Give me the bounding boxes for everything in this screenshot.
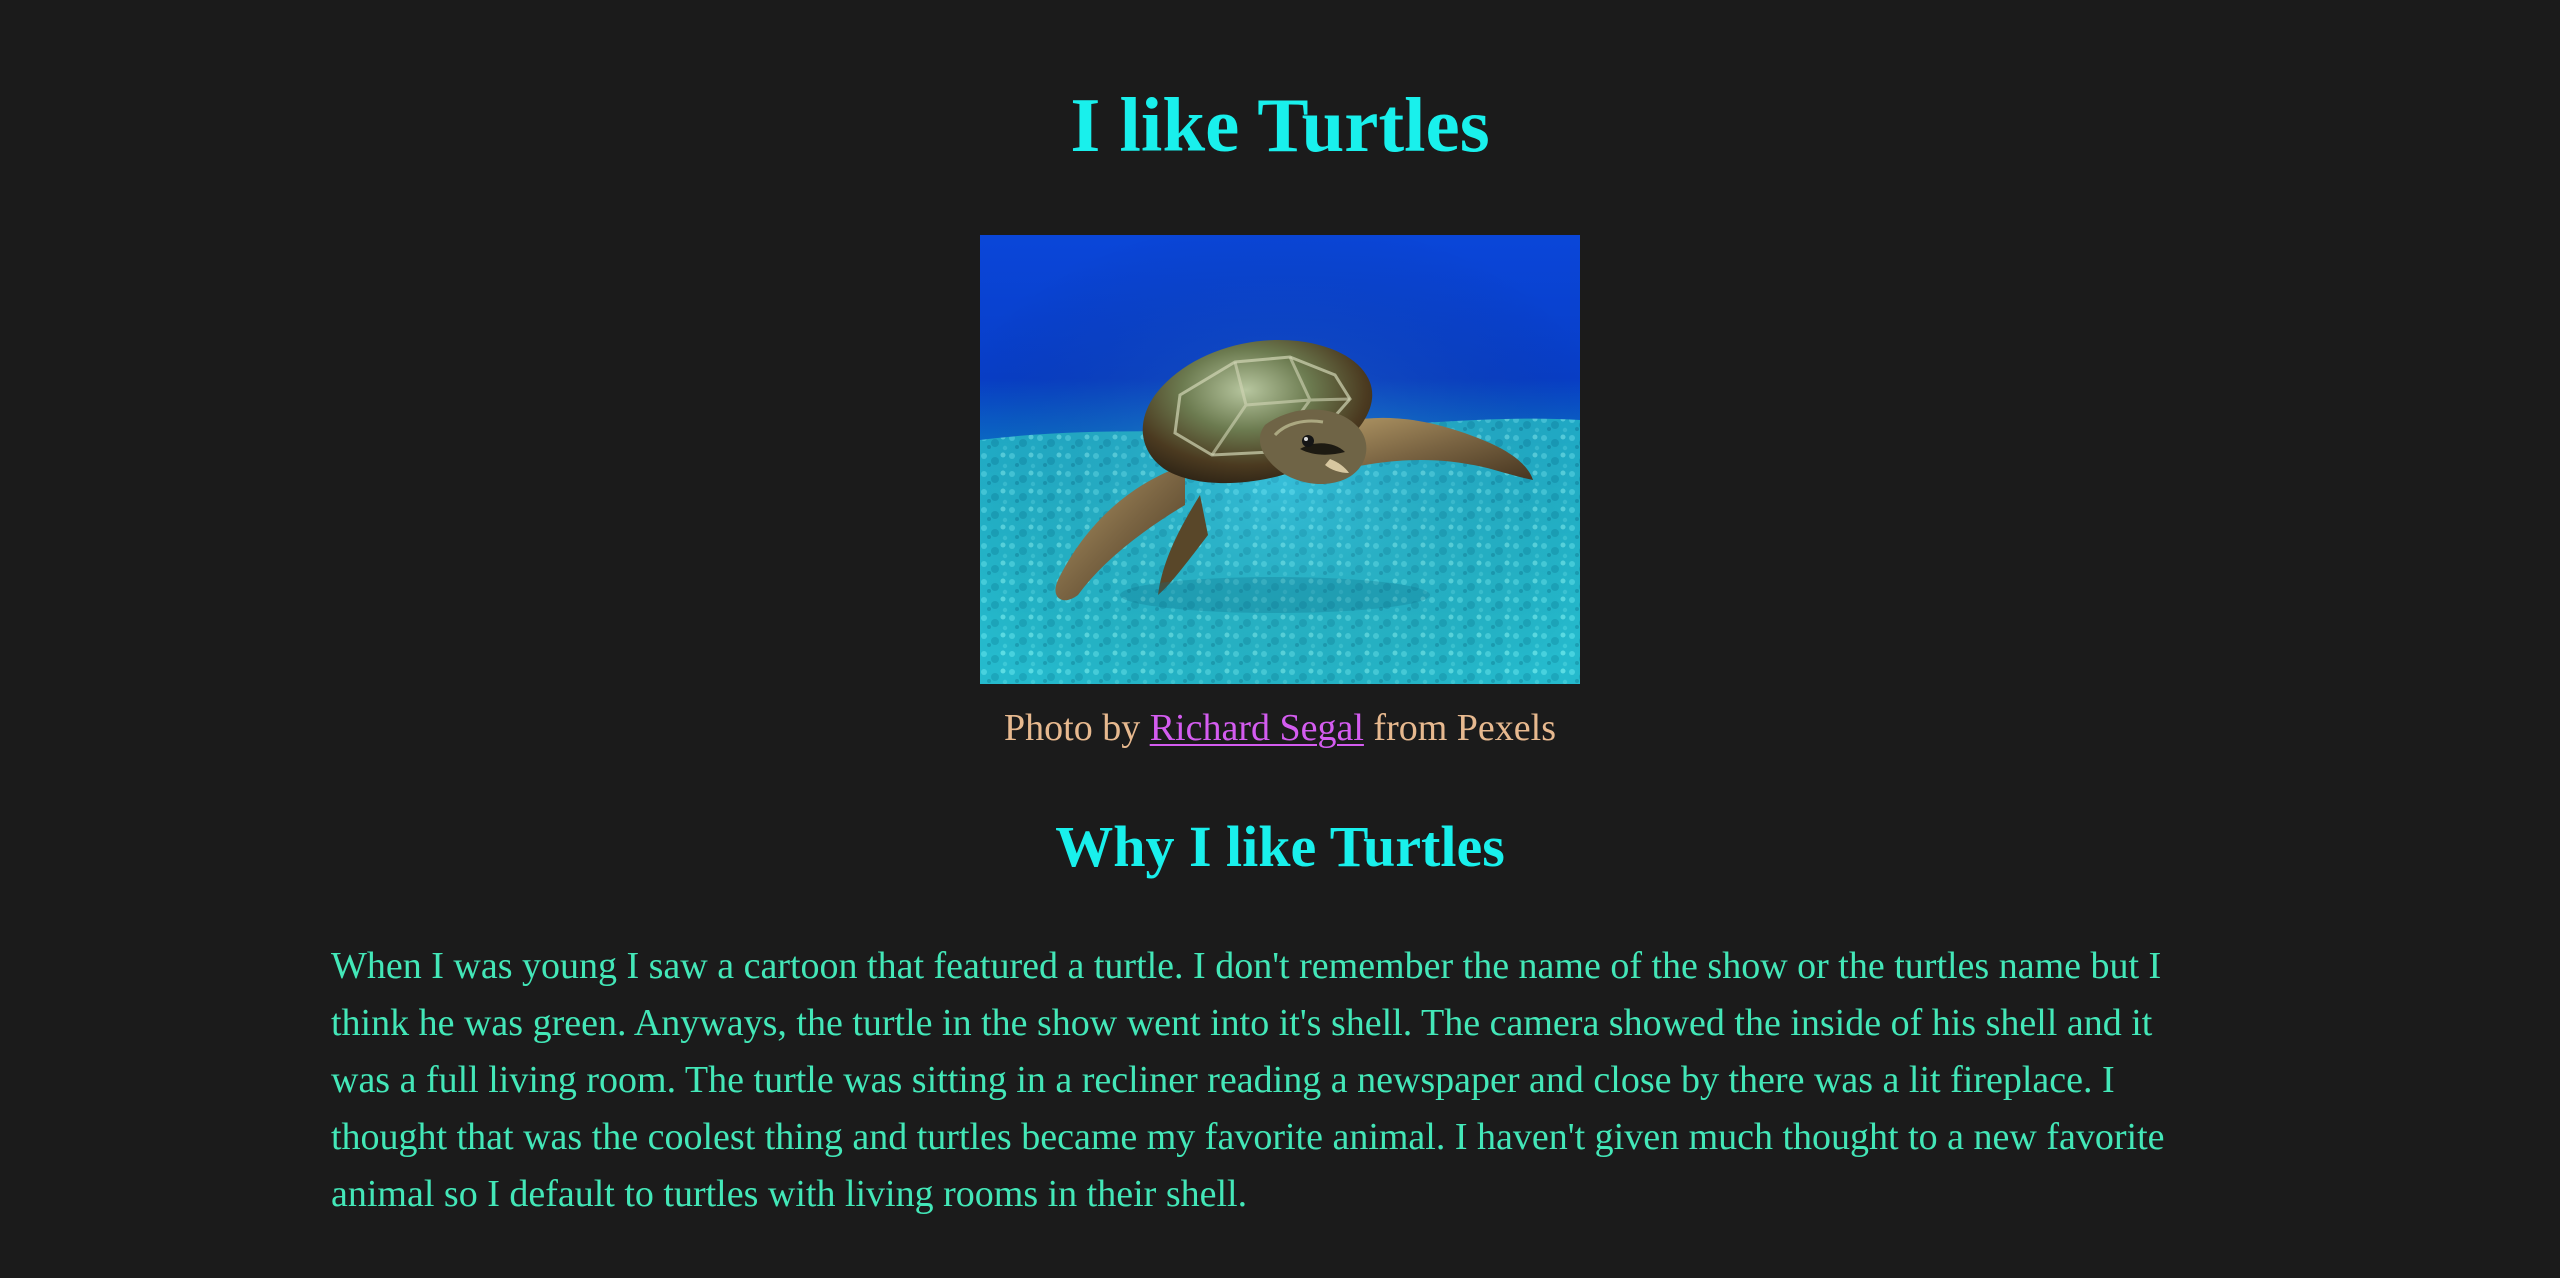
caption-prefix: Photo by xyxy=(1004,707,1150,749)
section-heading: Why I like Turtles xyxy=(1055,814,1505,879)
page-title: I like Turtles xyxy=(1070,82,1490,168)
photo-caption: Photo by Richard Segal from Pexels xyxy=(0,702,2560,754)
photographer-link[interactable]: Richard Segal xyxy=(1150,707,1364,749)
turtle-photo xyxy=(980,235,1580,684)
sea-turtle-image xyxy=(980,235,1580,684)
page: I like Turtles Photo by Richard Segal fr… xyxy=(0,0,2560,1278)
caption-suffix: from Pexels xyxy=(1363,707,1556,749)
section-paragraph: When I was young I saw a cartoon that fe… xyxy=(331,945,2165,1215)
